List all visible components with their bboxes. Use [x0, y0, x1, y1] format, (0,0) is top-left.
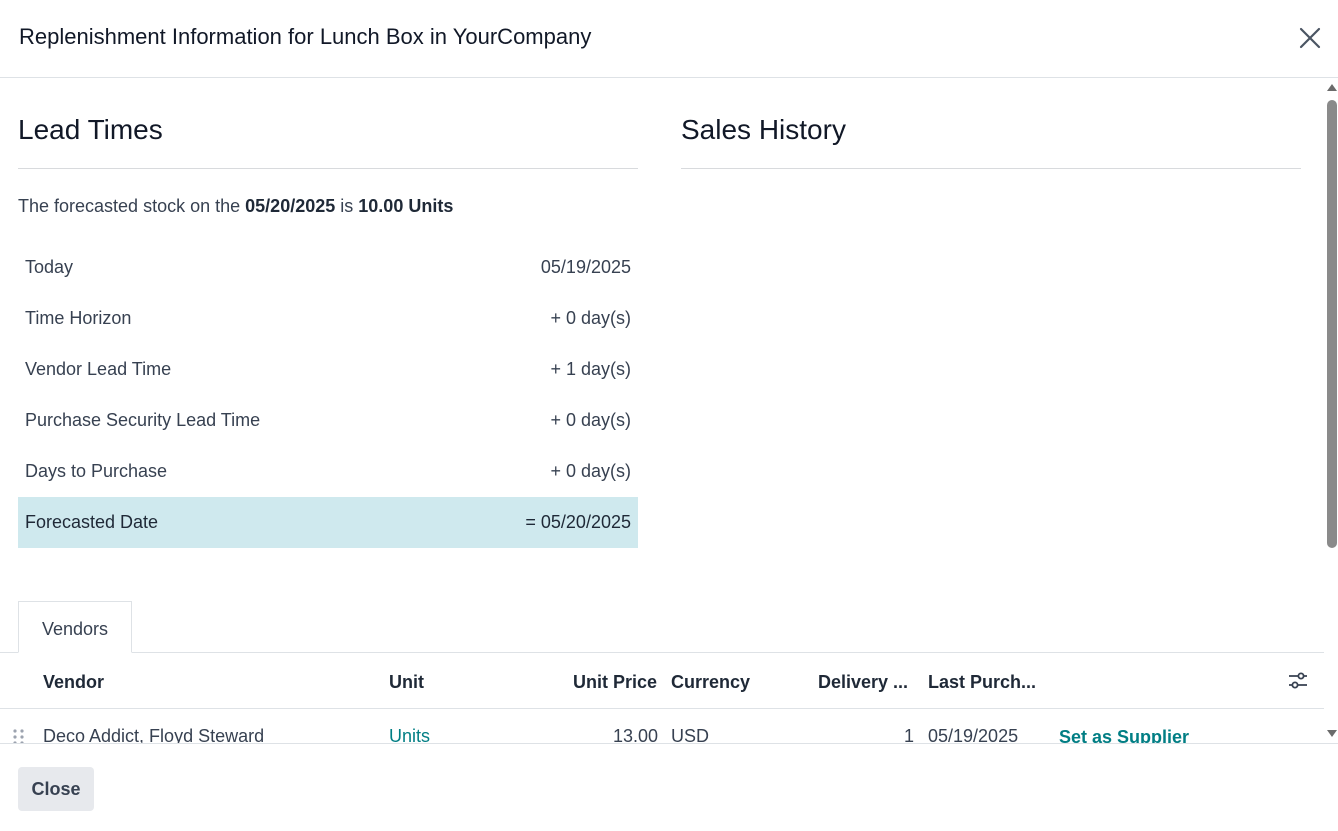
column-header-delivery[interactable]: Delivery ...	[818, 672, 908, 693]
forecast-mid: is	[340, 196, 354, 216]
column-header-last-purchase[interactable]: Last Purch...	[928, 672, 1036, 693]
lead-time-value: + 1 day(s)	[550, 359, 631, 379]
close-icon[interactable]	[1296, 24, 1324, 52]
lead-time-value: = 05/20/2025	[525, 512, 631, 532]
lead-time-label: Purchase Security Lead Time	[25, 410, 261, 430]
lead-time-value: + 0 day(s)	[550, 410, 631, 430]
currency-cell: USD	[671, 726, 710, 743]
vendor-cell: Deco Addict, Floyd Steward	[43, 726, 265, 743]
column-header-currency[interactable]: Currency	[671, 672, 750, 693]
lead-time-value: 05/19/2025	[540, 257, 631, 277]
forecast-prefix: The forecasted stock on the	[18, 196, 241, 216]
dialog-header: Replenishment Information for Lunch Box …	[0, 0, 1338, 78]
lead-times-title: Lead Times	[18, 114, 163, 145]
lead-time-label: Days to Purchase	[25, 461, 168, 481]
lead-time-label: Forecasted Date	[25, 512, 159, 532]
column-header-unit[interactable]: Unit	[389, 672, 424, 693]
delivery-cell: 1	[903, 726, 914, 743]
dialog-title: Replenishment Information for Lunch Box …	[19, 24, 592, 49]
lead-time-row-forecasted-date: Forecasted Date = 05/20/2025	[18, 497, 638, 548]
column-header-vendor[interactable]: Vendor	[43, 672, 104, 693]
lead-time-value: + 0 day(s)	[550, 461, 631, 481]
scrollbar-thumb[interactable]	[1327, 100, 1337, 548]
optional-columns-icon[interactable]	[1287, 670, 1309, 692]
sales-history-divider	[681, 168, 1301, 169]
lead-time-value: + 0 day(s)	[550, 308, 631, 328]
tab-divider	[0, 652, 1324, 653]
lead-time-label: Time Horizon	[25, 308, 132, 328]
last-purchase-cell: 05/19/2025	[928, 726, 1019, 743]
lead-time-row-days-to-purchase: Days to Purchase + 0 day(s)	[18, 446, 638, 497]
lead-times-table: Today 05/19/2025 Time Horizon + 0 day(s)…	[18, 242, 638, 548]
scroll-down-icon[interactable]	[1327, 730, 1337, 737]
column-header-unit-price[interactable]: Unit Price	[573, 672, 657, 693]
dialog-footer: Close	[0, 743, 1338, 831]
lead-time-label: Today	[25, 257, 74, 277]
tab-label: Vendors	[41, 619, 109, 639]
sales-history-title: Sales History	[681, 114, 846, 145]
close-button[interactable]: Close	[18, 767, 94, 811]
set-as-supplier-button[interactable]: Set as Supplier	[1059, 727, 1189, 743]
forecast-date: 05/20/2025	[245, 196, 336, 216]
scroll-up-icon[interactable]	[1327, 84, 1337, 91]
replenishment-dialog: Replenishment Information for Lunch Box …	[0, 0, 1338, 831]
forecast-summary: The forecasted stock on the 05/20/2025 i…	[18, 196, 453, 217]
lead-time-label: Vendor Lead Time	[25, 359, 172, 379]
lead-times-divider	[18, 168, 638, 169]
drag-handle-icon[interactable]	[12, 728, 26, 743]
dialog-body: Lead Times Sales History The forecasted …	[0, 78, 1324, 743]
lead-time-row-time-horizon: Time Horizon + 0 day(s)	[18, 293, 638, 344]
table-header-divider	[0, 708, 1324, 709]
lead-time-row-vendor-lead-time: Vendor Lead Time + 1 day(s)	[18, 344, 638, 395]
tab-vendors[interactable]: Vendors	[18, 601, 132, 653]
unit-price-cell: 13.00	[612, 726, 658, 743]
lead-time-row-purchase-security: Purchase Security Lead Time + 0 day(s)	[18, 395, 638, 446]
unit-link[interactable]: Units	[389, 726, 430, 743]
lead-time-row-today: Today 05/19/2025	[18, 242, 638, 293]
forecast-qty: 10.00 Units	[358, 196, 454, 216]
